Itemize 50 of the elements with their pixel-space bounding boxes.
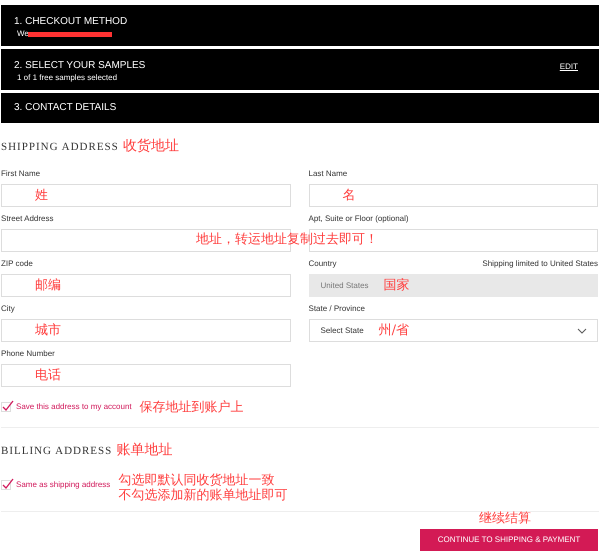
section-heading: SHIPPING ADDRESS — [1, 140, 119, 155]
step-subtitle: 1 of 1 free samples selected — [17, 73, 118, 83]
select-dropdown[interactable]: Select State 州/省 — [308, 319, 598, 342]
field-label: City — [1, 304, 15, 314]
field-label: Last Name — [308, 169, 348, 179]
annotation-text: 姓 — [35, 186, 48, 205]
annotation-text: 不勾选添加新的账单地址即可 — [118, 488, 288, 503]
checkbox[interactable] — [1, 402, 11, 412]
field-label: Phone Number — [1, 349, 55, 359]
annotation-text: 保存地址到账户上 — [140, 401, 244, 415]
checkbox[interactable] — [1, 480, 11, 490]
annotation-text: 电话 — [35, 366, 61, 385]
step-subtitle: We — [17, 29, 29, 39]
step-header[interactable]: 3. CONTACT DETAILS — [1, 93, 599, 123]
checkbox-label[interactable]: Same as shipping address — [16, 479, 110, 491]
annotation-text: 勾选即默认同收货地址一致 — [118, 473, 276, 488]
input-field[interactable]: 姓 — [1, 184, 290, 207]
field-hint: Shipping limited to United States — [482, 259, 598, 269]
annotation-text: 国家 — [384, 276, 410, 295]
edit-link[interactable]: EDIT — [560, 61, 578, 73]
input-field[interactable]: 邮编 — [1, 274, 290, 297]
checkbox-label[interactable]: Save this address to my account — [16, 401, 132, 413]
annotation-text: 名 — [342, 186, 356, 205]
field-label: Street Address — [1, 214, 54, 224]
input-field[interactable]: 电话 — [1, 364, 290, 387]
step-header[interactable]: 2. SELECT YOUR SAMPLES 1 of 1 free samples selected EDIT — [1, 49, 599, 90]
annotation-text: 继续结算 — [479, 510, 531, 528]
step-header[interactable]: 1. CHECKOUT METHOD We — [1, 5, 599, 46]
step-title: 3. CONTACT DETAILS — [14, 102, 116, 114]
input-field[interactable]: United States 国家 — [308, 274, 598, 297]
field-value: Select State — [320, 324, 364, 336]
annotation-text: 地址，转运地址复制过去即可！ — [196, 231, 378, 249]
annotation-text: 邮编 — [35, 276, 61, 295]
field-label: ZIP code — [1, 259, 33, 269]
field-value: United States — [320, 280, 369, 292]
section-heading: BILLING ADDRESS — [1, 444, 112, 459]
field-label: First Name — [1, 169, 40, 179]
field-label: State / Province — [308, 304, 365, 314]
chevron-down-icon — [577, 328, 587, 334]
annotation-text: 城市 — [35, 322, 61, 340]
step-title: 2. SELECT YOUR SAMPLES — [14, 60, 146, 72]
annotation-text: 账单地址 — [116, 441, 172, 460]
annotation-text: 州/省 — [378, 322, 410, 340]
input-field[interactable]: 城市 — [1, 319, 290, 342]
input-field[interactable]: 名 — [308, 184, 598, 207]
continue-button[interactable]: CONTINUE TO SHIPPING & PAYMENT — [420, 528, 598, 550]
field-label: Apt, Suite or Floor (optional) — [308, 214, 409, 224]
step-title: 1. CHECKOUT METHOD — [14, 16, 128, 28]
field-label: Country — [308, 259, 337, 269]
annotation-text: 收货地址 — [122, 137, 179, 156]
